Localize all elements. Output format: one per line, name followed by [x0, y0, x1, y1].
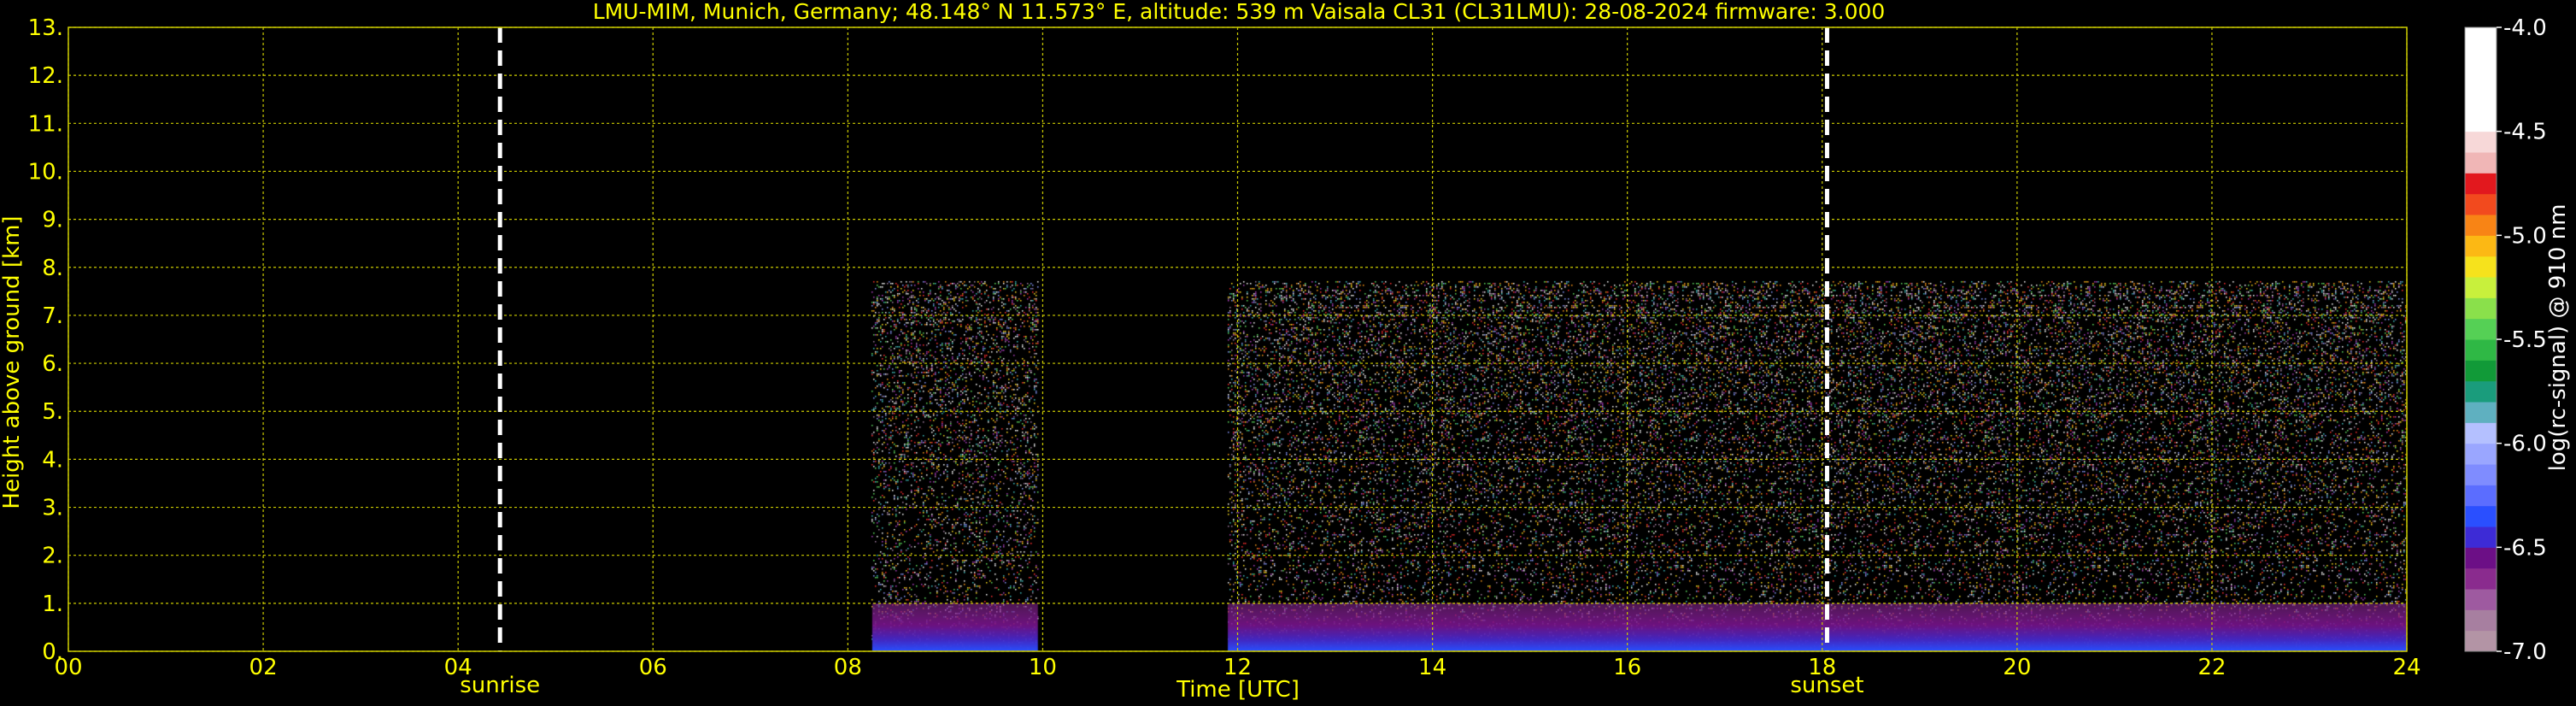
colorbar-segment: [2465, 360, 2497, 382]
colorbar-tick-label: -4.5: [2503, 120, 2547, 145]
colorbar-segment: [2465, 547, 2497, 569]
colorbar-segment: [2465, 443, 2497, 465]
colorbar-segment: [2465, 90, 2497, 111]
y-tick-label: 10.: [28, 159, 63, 185]
colorbar-segment: [2465, 402, 2497, 423]
colorbar-segment: [2465, 630, 2497, 652]
colorbar-segment: [2465, 27, 2497, 49]
colorbar-segment: [2465, 589, 2497, 610]
colorbar-label: log(rc-signal) @ 910 nm: [2545, 204, 2571, 472]
colorbar-segment: [2465, 193, 2497, 215]
colorbar-tick-label: -6.5: [2503, 535, 2547, 561]
colorbar-segment: [2465, 48, 2497, 70]
colorbar-segment: [2465, 173, 2497, 195]
x-tick-label: 22: [2198, 655, 2226, 680]
colorbar-segment: [2465, 131, 2497, 153]
y-tick-label: 5.: [42, 399, 63, 425]
y-tick-label: 9.: [42, 208, 63, 233]
x-tick-label: 02: [249, 655, 278, 680]
x-tick-label: 04: [444, 655, 472, 680]
y-tick-label: 7.: [42, 303, 63, 329]
colorbar-segment: [2465, 256, 2497, 278]
x-axis-label: Time [UTC]: [1176, 677, 1300, 703]
chart-title: LMU-MIM, Munich, Germany; 48.148° N 11.5…: [593, 0, 1886, 24]
colorbar-segment: [2465, 609, 2497, 632]
colorbar-segment: [2465, 527, 2497, 548]
y-tick-label: 13.: [28, 15, 63, 41]
colorbar-segment: [2465, 215, 2497, 236]
colorbar-segment: [2465, 235, 2497, 257]
colorbar-segment: [2465, 464, 2497, 485]
x-tick-label: 10: [1029, 655, 1057, 680]
colorbar-tick-label: -5.0: [2503, 223, 2547, 249]
y-tick-label: 2.: [42, 544, 63, 569]
colorbar-segment: [2465, 277, 2497, 298]
ceilometer-chart: LMU-MIM, Munich, Germany; 48.148° N 11.5…: [0, 0, 2576, 706]
colorbar-segment: [2465, 380, 2497, 403]
x-tick-label: 06: [639, 655, 667, 680]
colorbar-segment: [2465, 485, 2497, 507]
y-tick-label: 3.: [42, 496, 63, 521]
colorbar-segment: [2465, 339, 2497, 361]
colorbar-segment: [2465, 318, 2497, 340]
y-tick-label: 6.: [42, 351, 63, 377]
colorbar-segment: [2465, 568, 2497, 590]
colorbar-segment: [2465, 68, 2497, 91]
colorbar-tick-label: -6.0: [2503, 432, 2547, 457]
x-tick-label: 20: [2003, 655, 2031, 680]
y-axis-label: Height above ground [km]: [0, 215, 25, 509]
colorbar-segment: [2465, 505, 2497, 527]
x-tick-label: 14: [1418, 655, 1446, 680]
colorbar-tick-label: -4.0: [2503, 15, 2547, 41]
colorbar-segment: [2465, 422, 2497, 444]
y-tick-label: 8.: [42, 256, 63, 281]
x-tick-label: 18: [1808, 655, 1836, 680]
y-tick-label: 11.: [28, 111, 63, 137]
x-tick-label: 16: [1613, 655, 1641, 680]
colorbar-tick-label: -5.5: [2503, 327, 2547, 353]
colorbar-segment: [2465, 110, 2497, 132]
colorbar-segment: [2465, 297, 2497, 320]
y-tick-label: 0.: [42, 639, 63, 665]
y-tick-label: 4.: [42, 447, 63, 473]
colorbar-tick-label: -7.0: [2503, 639, 2547, 665]
colorbar-segment: [2465, 152, 2497, 174]
x-tick-label: 08: [834, 655, 862, 680]
x-tick-label: 24: [2392, 655, 2421, 680]
y-tick-label: 1.: [42, 591, 63, 617]
y-tick-label: 12.: [28, 63, 63, 89]
